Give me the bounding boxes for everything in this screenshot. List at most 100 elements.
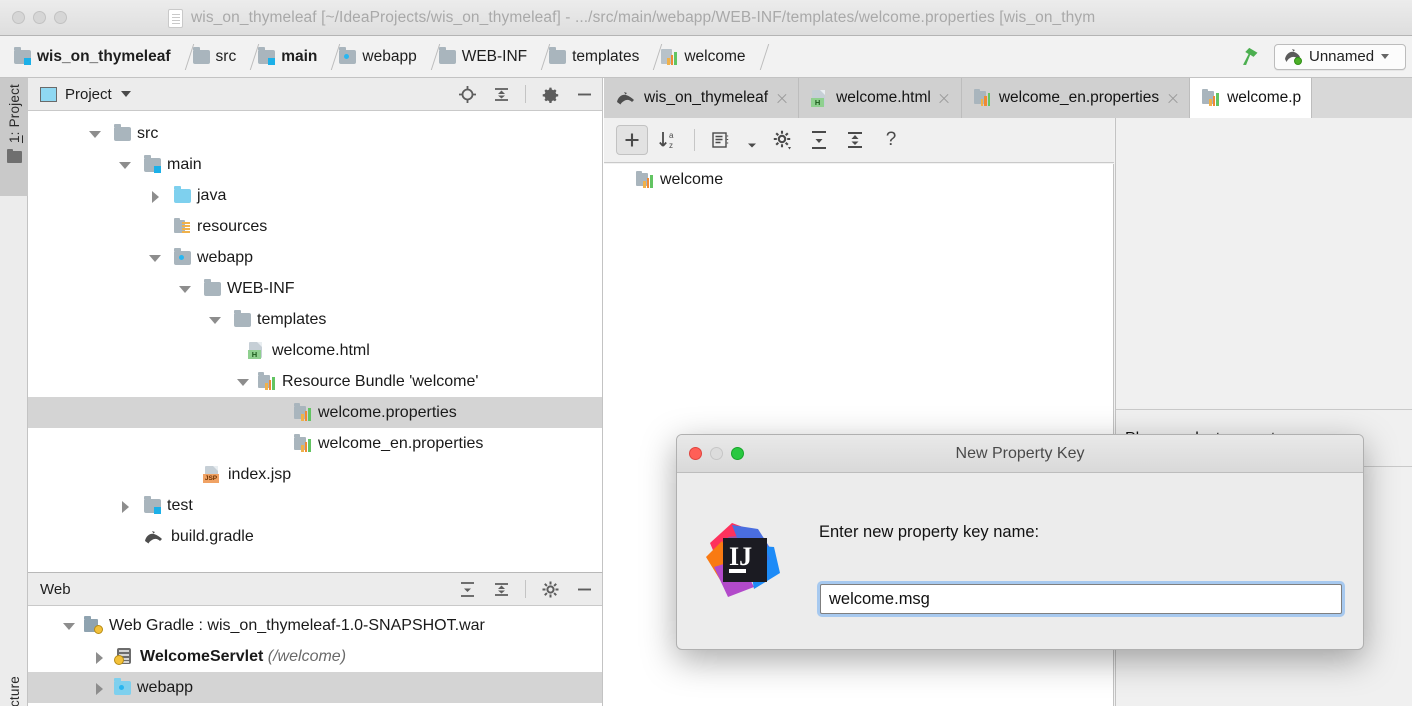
- breadcrumb-item-templates[interactable]: templates: [545, 36, 643, 78]
- window-zoom-button[interactable]: [54, 11, 67, 24]
- tree-node-main[interactable]: main: [28, 149, 602, 180]
- chevron-down-icon[interactable]: [146, 249, 164, 267]
- add-property-icon[interactable]: [616, 125, 648, 155]
- breadcrumb: wis_on_thymeleaf src main webapp WEB-INF: [0, 36, 764, 78]
- tree-node-web-webapp[interactable]: webapp: [28, 672, 602, 703]
- tree-node-resources[interactable]: resources: [28, 211, 602, 242]
- tree-node-resource-bundle[interactable]: Resource Bundle 'welcome': [28, 366, 602, 397]
- breadcrumb-label: webapp: [362, 47, 417, 65]
- expand-all-icon[interactable]: [803, 125, 835, 155]
- project-tree: src main java resources webapp WEB-INF t…: [28, 111, 602, 552]
- window-close-button[interactable]: [12, 11, 25, 24]
- expand-all-icon[interactable]: [457, 579, 477, 599]
- window-traffic-lights[interactable]: [12, 11, 67, 24]
- settings-gear-icon[interactable]: [767, 125, 799, 155]
- close-icon[interactable]: [775, 92, 788, 105]
- collapse-all-icon[interactable]: [839, 125, 871, 155]
- tree-node-web-inf[interactable]: WEB-INF: [28, 273, 602, 304]
- hide-icon[interactable]: [574, 579, 594, 599]
- left-tool-window-strip: 1: Project cture: [0, 78, 28, 706]
- tree-node-welcome-servlet[interactable]: WelcomeServlet (/welcome): [28, 641, 602, 672]
- tree-node-welcome-en-properties[interactable]: welcome_en.properties: [28, 428, 602, 459]
- hide-icon[interactable]: [574, 84, 594, 104]
- dialog-titlebar: New Property Key: [677, 435, 1363, 473]
- chevron-down-icon[interactable]: [120, 91, 131, 97]
- tree-node-welcome-properties[interactable]: welcome.properties: [28, 397, 602, 428]
- hammer-icon[interactable]: [1236, 44, 1262, 70]
- breadcrumb-label: src: [215, 47, 237, 65]
- sort-alphabetically-icon[interactable]: a z: [652, 125, 684, 155]
- list-item[interactable]: welcome: [604, 164, 1113, 196]
- gear-icon[interactable]: [540, 579, 560, 599]
- tree-node-src[interactable]: src: [28, 118, 602, 149]
- run-configuration-selector[interactable]: Unnamed: [1274, 43, 1406, 70]
- chevron-right-icon[interactable]: [90, 679, 108, 697]
- list-item-label: welcome: [660, 171, 724, 188]
- tree-node-label: src: [137, 124, 159, 142]
- tab-welcome-en-properties[interactable]: welcome_en.properties: [961, 78, 1191, 118]
- gear-icon[interactable]: [540, 84, 560, 104]
- tab-wis-on-thymeleaf[interactable]: wis_on_thymeleaf: [604, 78, 800, 118]
- breadcrumb-item-webapp[interactable]: webapp: [335, 36, 420, 78]
- tree-node-test[interactable]: test: [28, 490, 602, 521]
- chevron-down-icon[interactable]: [60, 617, 78, 635]
- tree-node-label: test: [167, 496, 193, 514]
- sidebar-item-project[interactable]: 1: Project: [0, 78, 28, 196]
- locate-icon[interactable]: [457, 84, 477, 104]
- chevron-down-icon[interactable]: [1381, 54, 1390, 59]
- chevron-down-icon[interactable]: [234, 373, 252, 391]
- close-icon[interactable]: [1166, 92, 1179, 105]
- svg-text:a: a: [669, 131, 674, 140]
- tree-node-java[interactable]: java: [28, 180, 602, 211]
- tab-welcome-html[interactable]: H welcome.html: [799, 78, 962, 118]
- property-key-input[interactable]: [820, 584, 1342, 614]
- chevron-down-icon[interactable]: [86, 125, 104, 143]
- breadcrumb-separator-icon: [175, 36, 189, 78]
- war-artifact-icon: [84, 616, 103, 634]
- chevron-down-icon[interactable]: [206, 311, 224, 329]
- jsp-file-icon: JSP: [203, 466, 222, 483]
- tree-node-welcome-html[interactable]: H welcome.html: [28, 335, 602, 366]
- tree-node-war-artifact[interactable]: Web Gradle : wis_on_thymeleaf-1.0-SNAPSH…: [28, 610, 602, 641]
- breadcrumb-item-webinf[interactable]: WEB-INF: [435, 36, 531, 78]
- breadcrumb-separator-icon: [643, 36, 657, 78]
- breadcrumb-item-project[interactable]: wis_on_thymeleaf: [10, 36, 175, 78]
- breadcrumb-item-main[interactable]: main: [254, 36, 321, 78]
- window-minimize-button[interactable]: [33, 11, 46, 24]
- chevron-right-icon[interactable]: [146, 187, 164, 205]
- resources-folder-icon: [174, 217, 191, 234]
- chevron-down-icon[interactable]: [176, 280, 194, 298]
- tree-node-webapp[interactable]: webapp: [28, 242, 602, 273]
- intellij-idea-window: wis_on_thymeleaf [~/IdeaProjects/wis_on_…: [0, 0, 1412, 706]
- tree-node-build-gradle[interactable]: build.gradle: [28, 521, 602, 552]
- chevron-down-icon[interactable]: [116, 156, 134, 174]
- collapse-all-icon[interactable]: [491, 579, 511, 599]
- tomcat-cat-icon: [1283, 48, 1302, 65]
- tree-node-label: main: [167, 155, 202, 173]
- help-icon[interactable]: ?: [875, 125, 907, 155]
- group-by-icon[interactable]: [705, 125, 737, 155]
- chevron-right-icon[interactable]: [90, 648, 108, 666]
- web-panel-header: Web: [28, 573, 602, 606]
- tree-node-index-jsp[interactable]: JSP index.jsp: [28, 459, 602, 490]
- close-icon[interactable]: [938, 92, 951, 105]
- new-property-key-dialog: New Property Key IJ Enter new property k…: [676, 434, 1364, 650]
- tree-node-label: webapp: [197, 248, 254, 266]
- collapse-all-icon[interactable]: [491, 84, 511, 104]
- properties-file-icon: [1202, 88, 1220, 106]
- tree-node-label: Resource Bundle 'welcome': [282, 372, 479, 390]
- tab-label: welcome_en.properties: [998, 89, 1160, 106]
- breadcrumb-item-welcome[interactable]: welcome: [657, 36, 749, 78]
- tab-welcome-properties[interactable]: welcome.p: [1190, 78, 1313, 118]
- chevron-down-icon[interactable]: [741, 125, 763, 155]
- chevron-right-icon[interactable]: [116, 497, 134, 515]
- tree-node-templates[interactable]: templates: [28, 304, 602, 335]
- breadcrumb-item-src[interactable]: src: [189, 36, 241, 78]
- html-file-icon: H: [811, 89, 829, 107]
- navigation-bar: wis_on_thymeleaf src main webapp WEB-INF: [0, 36, 1412, 78]
- tree-node-label: build.gradle: [171, 527, 254, 545]
- project-panel-header: Project: [28, 78, 602, 111]
- tree-node-label: index.jsp: [228, 465, 292, 483]
- breadcrumb-separator-icon: [750, 36, 764, 78]
- sidebar-item-structure[interactable]: cture: [0, 676, 28, 706]
